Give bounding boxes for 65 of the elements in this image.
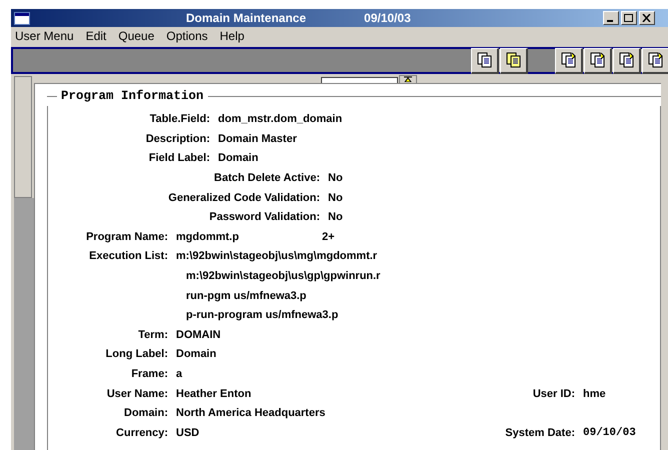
lookup-button[interactable] [399, 75, 417, 83]
document-query-icon [588, 51, 606, 69]
maximize-icon [624, 14, 634, 22]
maximize-button[interactable] [620, 11, 637, 25]
field-value: USD [176, 426, 200, 441]
document-query-icon [618, 51, 636, 69]
field-value: Domain [176, 347, 218, 362]
field-label: User Name: [106, 386, 168, 402]
field-value: Domain [218, 151, 260, 166]
copy-document-icon [504, 51, 522, 69]
field-value: dom_mstr.dom_domain [218, 112, 344, 128]
toolbar-button[interactable] [471, 48, 499, 74]
document-query-icon [646, 51, 664, 69]
field-label: Description: [146, 132, 210, 147]
domain-field[interactable] [321, 77, 398, 83]
field-label: System Date: [504, 426, 576, 441]
field-label: Long Label: [106, 347, 168, 362]
field-label: Term: [138, 328, 168, 343]
field-value: North America Headquarters [176, 406, 326, 422]
field-label: Field Label: [148, 151, 210, 166]
close-button[interactable] [638, 11, 655, 25]
toolbar-button[interactable] [584, 48, 612, 74]
field-value: 09/10/03 [583, 426, 636, 441]
field-value: a [176, 367, 184, 382]
menu-item[interactable]: Queue [118, 27, 154, 45]
document-query-icon [560, 51, 578, 69]
toolbar-button[interactable] [500, 48, 528, 74]
toolbar-button[interactable] [613, 48, 641, 74]
field-label: Frame: [131, 367, 168, 382]
field-label: Program Name: [86, 230, 168, 245]
field-label: Domain: [124, 406, 168, 422]
menu-item[interactable]: Help [220, 27, 244, 45]
field-value: hme [583, 386, 606, 402]
toolbar-button[interactable] [642, 48, 668, 74]
field-value: No [328, 210, 344, 226]
copy-document-icon [476, 51, 494, 69]
menu-item[interactable]: Edit [86, 27, 106, 45]
field-value: No [328, 171, 344, 186]
lookup-icon [403, 76, 413, 82]
field-value: Heather Enton [176, 386, 252, 402]
field-value: p-run-program us/mfnewa3.p [186, 308, 338, 324]
field-label: Batch Delete Active: [214, 171, 320, 186]
field-value: Domain Master [218, 132, 298, 147]
menu-item[interactable]: User Menu [15, 27, 74, 45]
field-value: run-pgm us/mfnewa3.p [186, 288, 308, 304]
field-value: m:\92bwin\stageobj\us\mg\mgdommt.r [176, 249, 378, 264]
menu-item[interactable]: Options [166, 27, 208, 45]
field-value: No [328, 190, 344, 206]
field-value: mgdommt.p [176, 230, 240, 245]
field-value: DOMAIN [176, 328, 222, 343]
field-label: Table.Field: [150, 112, 210, 128]
minimize-button[interactable] [602, 11, 619, 25]
toolbar-button[interactable] [555, 48, 583, 74]
close-icon [642, 14, 652, 22]
field-label: Generalized Code Validation: [168, 190, 320, 206]
field-label: Currency: [116, 426, 168, 441]
field-label: User ID: [532, 386, 576, 402]
window-title: Domain Maintenance [186, 10, 306, 27]
field-value: m:\92bwin\stageobj\us\gp\gpwinrun.r [186, 269, 380, 284]
field-label: Password Validation: [209, 210, 320, 226]
field-label: Execution List: [89, 249, 168, 264]
window-date: 09/10/03 [364, 10, 411, 27]
panel-title: Program Information [60, 88, 205, 105]
window-icon [14, 12, 30, 24]
field-value: 2+ [322, 230, 335, 245]
